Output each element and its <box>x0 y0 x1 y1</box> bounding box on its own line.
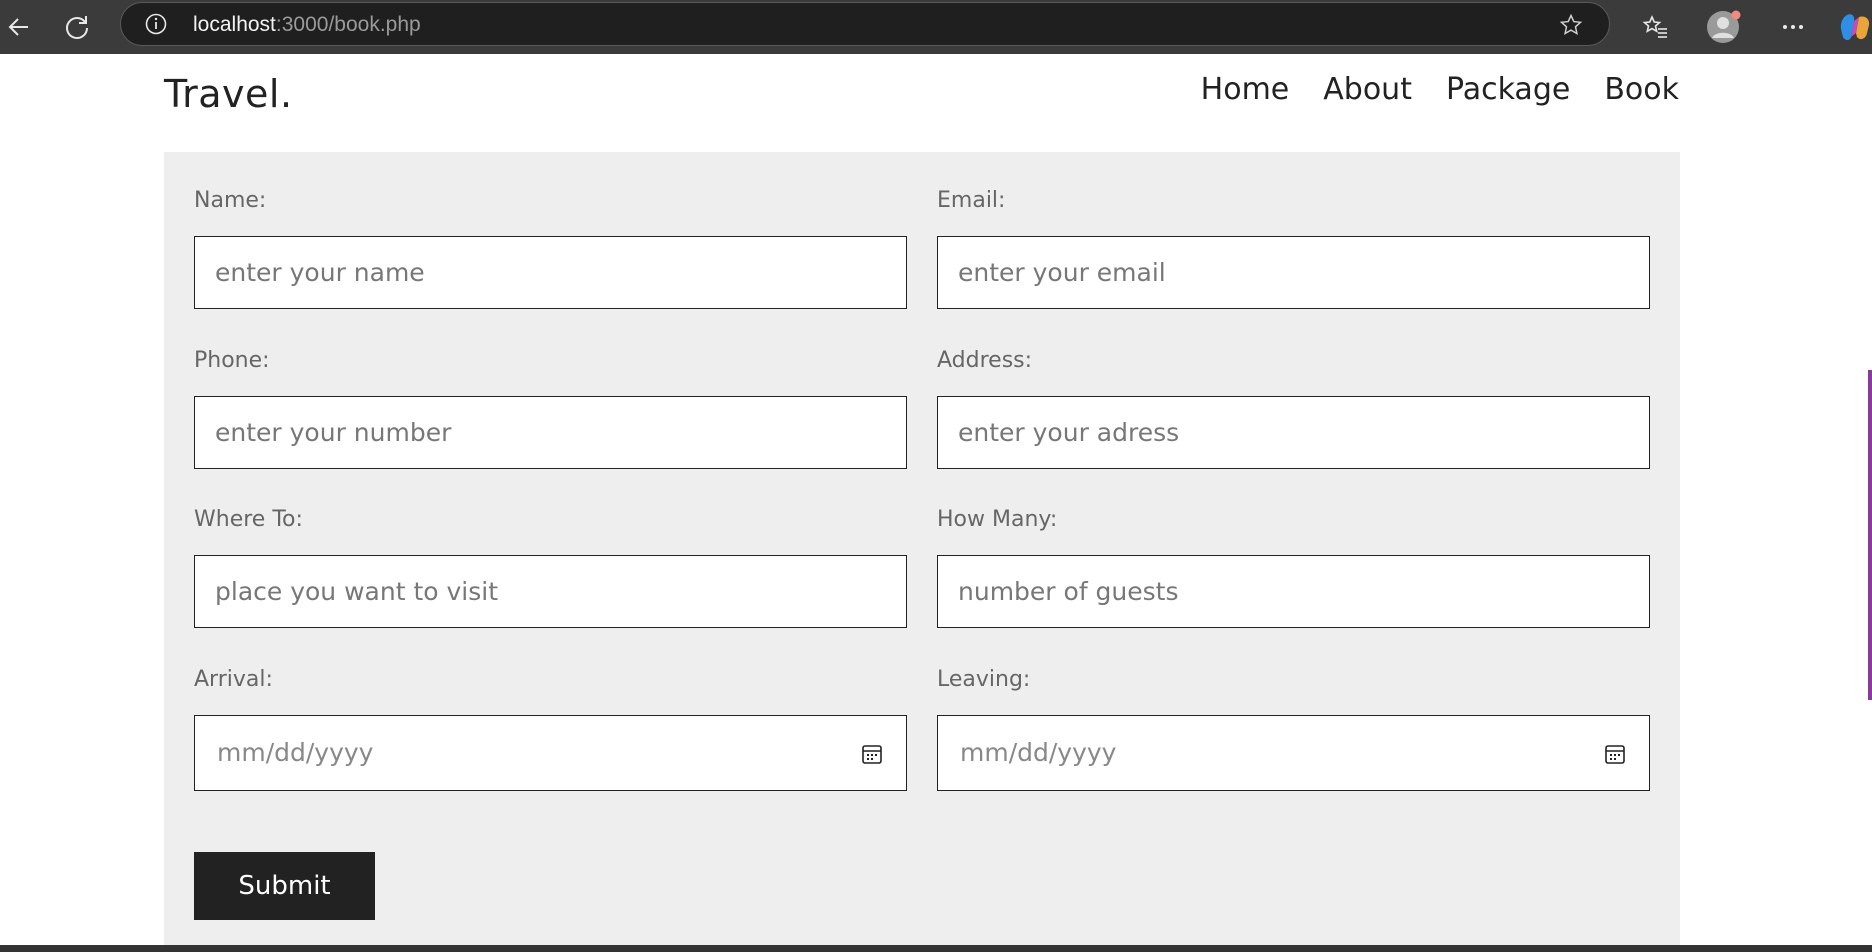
arrival-label: Arrival: <box>194 667 273 692</box>
copilot-button[interactable] <box>1836 8 1872 46</box>
leaving-date-value: mm/dd/yyyy <box>960 738 1117 767</box>
nav-about-link[interactable]: About <box>1323 72 1412 107</box>
url-path: :3000/book.php <box>275 13 421 36</box>
refresh-button[interactable] <box>58 8 96 46</box>
profile-avatar-icon <box>1707 10 1741 43</box>
calendar-icon[interactable] <box>1603 742 1627 766</box>
email-label: Email: <box>937 188 1006 213</box>
where-to-field-group: Where To: <box>194 505 907 628</box>
more-icon <box>1783 25 1803 29</box>
address-label: Address: <box>937 348 1033 373</box>
back-button[interactable] <box>0 8 38 46</box>
how-many-field-group: How Many: <box>937 505 1650 628</box>
address-input-box <box>937 396 1650 469</box>
email-input-box <box>937 236 1650 309</box>
back-arrow-icon <box>8 18 28 36</box>
info-icon[interactable] <box>145 13 167 35</box>
star-icon[interactable] <box>1559 13 1583 37</box>
booking-form: Name: Email: Phone: Address: Where To: H… <box>164 152 1680 952</box>
address-field-group: Address: <box>937 346 1650 469</box>
bottom-edge <box>0 945 1872 952</box>
email-field-group: Email: <box>937 186 1650 309</box>
arrival-field-group: Arrival: mm/dd/yyyy <box>194 665 907 791</box>
site-logo[interactable]: Travel. <box>164 72 293 116</box>
name-label: Name: <box>194 188 267 213</box>
phone-input-box <box>194 396 907 469</box>
arrival-date-input[interactable]: mm/dd/yyyy <box>194 715 907 791</box>
email-input[interactable] <box>938 237 1649 308</box>
url-host: localhost <box>193 13 276 36</box>
copilot-icon <box>1840 14 1870 40</box>
phone-input[interactable] <box>195 397 906 468</box>
phone-label: Phone: <box>194 348 270 373</box>
name-field-group: Name: <box>194 186 907 309</box>
nav-book-link[interactable]: Book <box>1604 72 1679 107</box>
name-input[interactable] <box>195 237 906 308</box>
how-many-label: How Many: <box>937 507 1058 532</box>
how-many-input[interactable] <box>938 556 1649 627</box>
phone-field-group: Phone: <box>194 346 907 469</box>
leaving-label: Leaving: <box>937 667 1031 692</box>
refresh-icon <box>66 16 88 39</box>
where-to-input-box <box>194 555 907 628</box>
profile-button[interactable] <box>1704 8 1742 46</box>
address-input[interactable] <box>938 397 1649 468</box>
favorites-icon <box>1642 15 1667 38</box>
scroll-indicator <box>1868 370 1872 700</box>
leaving-date-input[interactable]: mm/dd/yyyy <box>937 715 1650 791</box>
address-bar[interactable]: localhost:3000/book.php <box>120 2 1610 46</box>
url-text[interactable]: localhost:3000/book.php <box>193 14 421 36</box>
browser-toolbar: localhost:3000/book.php <box>0 0 1872 54</box>
nav-home-link[interactable]: Home <box>1201 72 1290 107</box>
more-button[interactable] <box>1774 8 1812 46</box>
site-nav: Home About Package Book <box>1201 72 1679 107</box>
submit-button[interactable]: Submit <box>194 852 375 920</box>
leaving-field-group: Leaving: mm/dd/yyyy <box>937 665 1650 791</box>
favorites-button[interactable] <box>1636 8 1674 46</box>
how-many-input-box <box>937 555 1650 628</box>
name-input-box <box>194 236 907 309</box>
where-to-input[interactable] <box>195 556 906 627</box>
arrival-date-value: mm/dd/yyyy <box>217 738 374 767</box>
where-to-label: Where To: <box>194 507 303 532</box>
nav-package-link[interactable]: Package <box>1446 72 1570 107</box>
calendar-icon[interactable] <box>860 742 884 766</box>
